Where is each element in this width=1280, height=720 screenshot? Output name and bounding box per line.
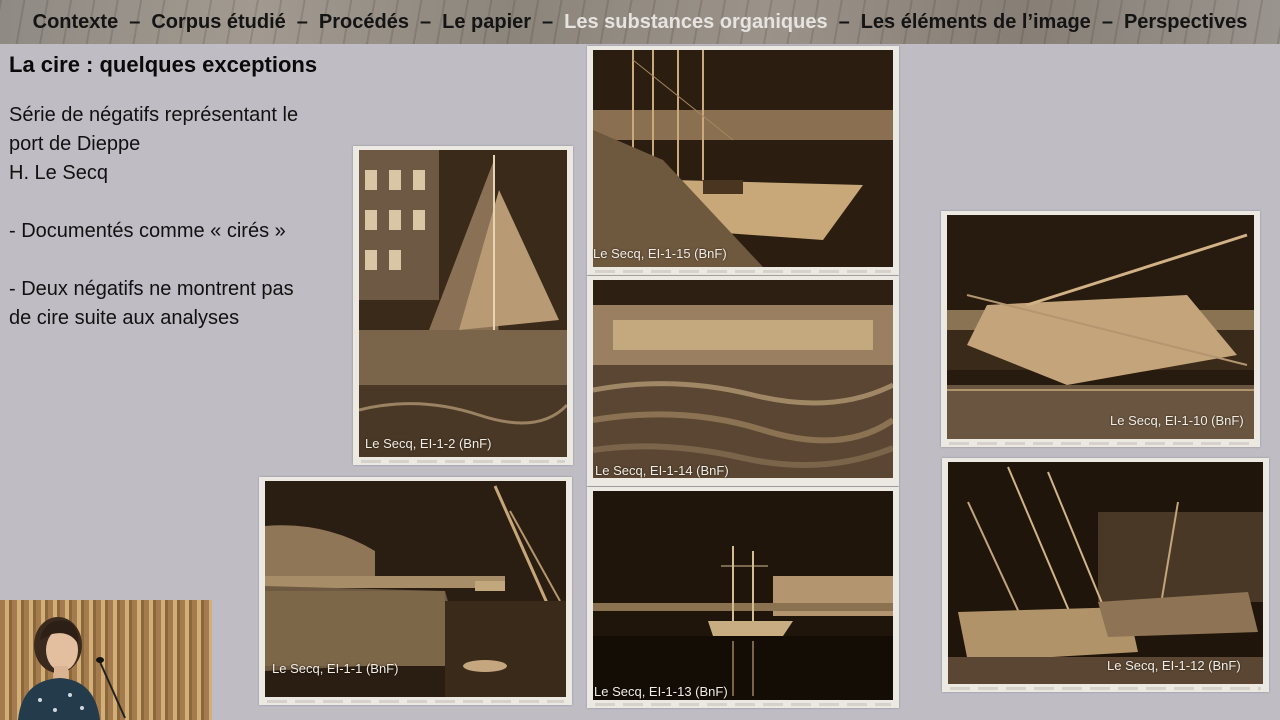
photo-caption: Le Secq, EI-1-2 (BnF) xyxy=(365,436,492,451)
photo-footer-strip xyxy=(595,270,891,273)
nav-item-perspectives[interactable]: Perspectives xyxy=(1123,11,1248,34)
negative-image xyxy=(593,280,893,478)
nav-separator: – xyxy=(296,10,308,33)
nav-item-papier[interactable]: Le papier xyxy=(441,11,532,34)
section-nav: Contexte – Corpus étudié – Procédés – Le… xyxy=(0,0,1280,44)
slide-description: Série de négatifs représentant le port d… xyxy=(9,104,299,329)
photo-ei-1-2: Le Secq, EI-1-2 (BnF) xyxy=(353,146,573,465)
nav-separator: – xyxy=(129,10,141,33)
negative-image xyxy=(359,150,567,457)
photo-caption: Le Secq, EI-1-15 (BnF) xyxy=(593,246,727,261)
photo-ei-1-1: Le Secq, EI-1-1 (BnF) xyxy=(259,477,572,705)
presenter-video-icon xyxy=(18,617,126,720)
nav-item-procedes[interactable]: Procédés xyxy=(318,11,410,34)
negative-image xyxy=(593,50,893,267)
nav-separator: – xyxy=(542,10,554,33)
photo-caption: Le Secq, EI-1-13 (BnF) xyxy=(594,684,728,699)
photo-ei-1-15: Le Secq, EI-1-15 (BnF) xyxy=(587,46,899,275)
nav-item-corpus[interactable]: Corpus étudié xyxy=(150,11,286,34)
negative-image xyxy=(948,462,1263,684)
negative-image xyxy=(593,491,893,700)
photo-ei-1-14: Le Secq, EI-1-14 (BnF) xyxy=(587,276,899,486)
photo-ei-1-13: Le Secq, EI-1-13 (BnF) xyxy=(587,487,899,708)
photo-footer-strip xyxy=(949,442,1252,445)
photo-footer-strip xyxy=(267,700,564,703)
nav-separator: – xyxy=(1101,10,1113,33)
photo-ei-1-10: Le Secq, EI-1-10 (BnF) xyxy=(941,211,1260,447)
photo-caption: Le Secq, EI-1-10 (BnF) xyxy=(1110,413,1244,428)
nav-separator: – xyxy=(419,10,432,33)
photo-footer-strip xyxy=(950,687,1261,690)
presenter-webcam xyxy=(0,600,212,720)
photo-footer-strip xyxy=(361,460,565,463)
photo-caption: Le Secq, EI-1-14 (BnF) xyxy=(595,463,729,478)
photo-caption: Le Secq, EI-1-12 (BnF) xyxy=(1107,658,1241,673)
nav-item-contexte[interactable]: Contexte xyxy=(32,11,120,34)
top-navigation-bar: Contexte – Corpus étudié – Procédés – Le… xyxy=(0,0,1280,44)
nav-item-elements[interactable]: Les éléments de l’image xyxy=(860,11,1092,34)
slide-title: La cire : quelques exceptions xyxy=(9,52,318,77)
photo-footer-strip xyxy=(595,703,891,706)
photo-ei-1-12: Le Secq, EI-1-12 (BnF) xyxy=(942,458,1269,692)
photo-caption: Le Secq, EI-1-1 (BnF) xyxy=(272,661,399,676)
nav-item-substances-active[interactable]: Les substances organiques xyxy=(563,11,828,34)
negative-image xyxy=(947,215,1254,439)
nav-separator: – xyxy=(838,10,850,33)
